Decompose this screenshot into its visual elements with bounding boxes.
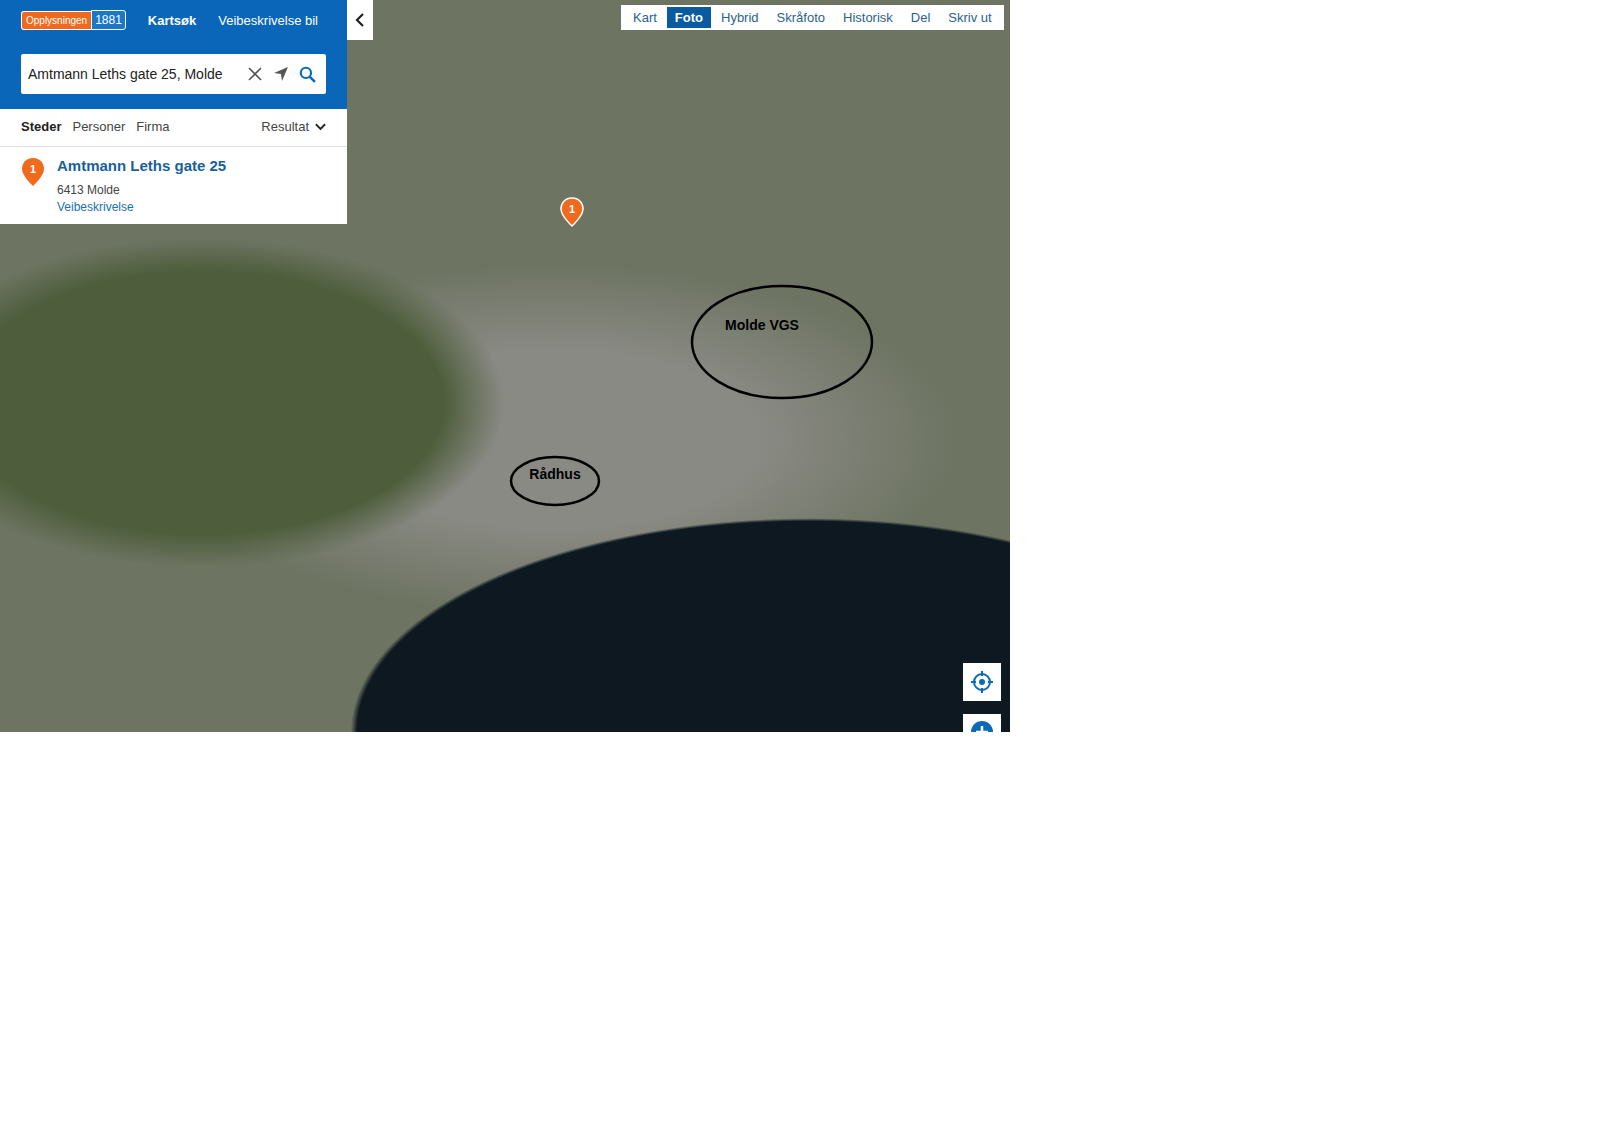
result-marker: 1 <box>21 157 45 187</box>
map-type-button[interactable]: Historisk <box>835 7 901 28</box>
annotation: Molde VGS <box>690 284 874 400</box>
clear-icon[interactable] <box>247 66 263 82</box>
map-action-button[interactable]: Del <box>903 7 939 28</box>
marker-label: 1 <box>30 163 36 187</box>
filter-row: Steder Personer Firma Resultat <box>0 109 347 147</box>
logo-number: 1881 <box>91 10 126 30</box>
side-panel: Opplysningen1881 Kartsøk Veibeskrivelse bi… <box>0 0 347 224</box>
chevron-down-icon <box>315 123 326 131</box>
map-app: Molde VGS Rådhus 1 KartFotoHybridSkråfotoHi… <box>0 0 1010 732</box>
directions-link[interactable]: Veibeskrivelse <box>57 200 226 214</box>
logo[interactable]: Opplysningen1881 <box>21 10 126 30</box>
filter-tab[interactable]: Firma <box>136 119 169 134</box>
nav-link[interactable]: Veibeskrivelse bil <box>218 13 318 28</box>
result-address: 6413 Molde <box>57 183 226 197</box>
ellipse-icon <box>690 284 874 400</box>
map-type-button[interactable]: Skråfoto <box>769 7 833 28</box>
map-pin[interactable]: 1 <box>560 197 584 227</box>
page: Molde VGS Rådhus 1 KartFotoHybridSkråfotoHi… <box>0 0 1600 1146</box>
map-type-button[interactable]: Foto <box>667 7 711 28</box>
filter-tab[interactable]: Personer <box>72 119 125 134</box>
filter-tab[interactable]: Steder <box>21 119 61 134</box>
search-icon[interactable] <box>299 66 316 83</box>
search-area: Amtmann Leths gate 25, Molde <box>0 40 347 109</box>
annotation-label: Molde VGS <box>725 317 799 333</box>
annotation-label: Rådhus <box>529 466 580 482</box>
map-type-button[interactable]: Hybrid <box>713 7 767 28</box>
logo-text: Opplysningen <box>21 11 91 30</box>
search-field[interactable]: Amtmann Leths gate 25, Molde <box>21 54 326 94</box>
map-toolbar: KartFotoHybridSkråfotoHistoriskDelSkriv … <box>621 5 1004 30</box>
map-type-button[interactable]: Kart <box>625 7 665 28</box>
plus-icon <box>970 720 994 732</box>
locate-button[interactable] <box>963 663 1001 701</box>
top-bar: Opplysningen1881 Kartsøk Veibeskrivelse bi… <box>0 0 347 40</box>
chevron-left-icon <box>354 12 366 28</box>
sort-dropdown[interactable]: Resultat <box>261 119 326 134</box>
crosshair-icon <box>970 670 994 694</box>
pin-label: 1 <box>569 203 575 227</box>
panel-header: Opplysningen1881 Kartsøk Veibeskrivelse bi… <box>0 0 347 109</box>
map-action-button[interactable]: Skriv ut <box>940 7 999 28</box>
nav-link[interactable]: Kartsøk <box>148 13 196 28</box>
zoom-in-button[interactable] <box>963 714 1001 732</box>
location-arrow-icon[interactable] <box>273 66 289 82</box>
result-body: Amtmann Leths gate 25 6413 Molde Veibeskri… <box>57 157 226 214</box>
result-title[interactable]: Amtmann Leths gate 25 <box>57 157 226 174</box>
result-item[interactable]: 1 Amtmann Leths gate 25 6413 Molde Veibeskr… <box>0 147 347 224</box>
collapse-panel-button[interactable] <box>347 0 373 40</box>
annotation: Rådhus <box>509 455 601 507</box>
search-value: Amtmann Leths gate 25, Molde <box>28 66 237 82</box>
